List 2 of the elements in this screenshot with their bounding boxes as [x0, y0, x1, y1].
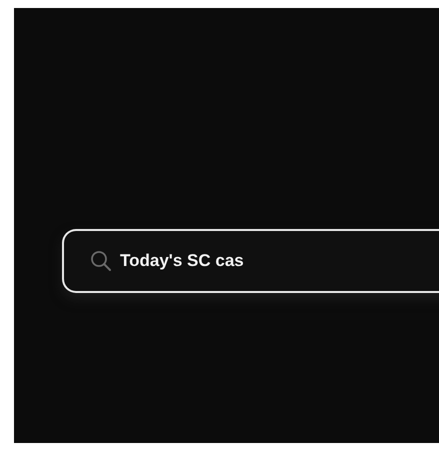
search-field[interactable]: Today's SC cas: [120, 251, 380, 271]
search-icon: [90, 250, 112, 272]
